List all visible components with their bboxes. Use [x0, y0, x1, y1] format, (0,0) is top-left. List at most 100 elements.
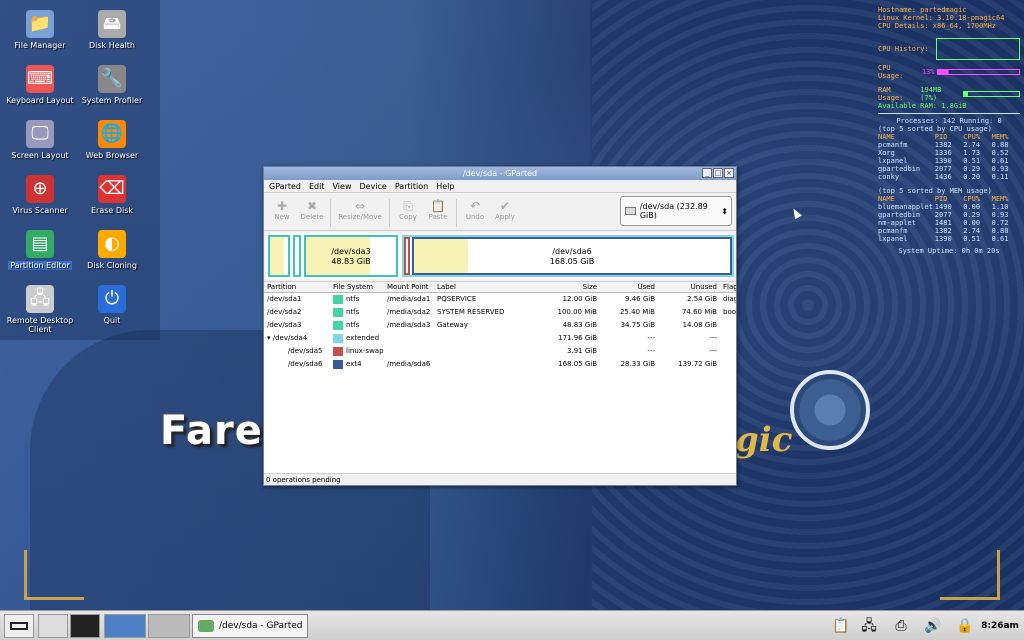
cell-partition: /dev/sda4 — [272, 334, 308, 342]
clock[interactable]: 8:26am — [978, 614, 1022, 638]
desktop-icon-quit[interactable]: ⏻ Quit — [77, 285, 147, 325]
keyboard-layout-icon: ⌨ — [26, 65, 54, 93]
column-header-file-system[interactable]: File System — [330, 282, 384, 292]
network-icon[interactable]: 🖧 — [858, 615, 880, 637]
menu-help[interactable]: Help — [436, 180, 454, 192]
conky-process-cell: 2077 — [934, 165, 952, 173]
diskmap-sda6[interactable]: /dev/sda6 168.05 GiB — [412, 237, 732, 275]
column-header-size[interactable]: Size — [528, 282, 600, 292]
menu-gparted[interactable]: GParted — [269, 180, 301, 192]
conky-process-cell: gpartedbin — [878, 211, 921, 219]
conky-top-cpu-title: (top 5 sorted by CPU usage) — [878, 125, 992, 133]
conky-process-cell: 0.29 — [963, 211, 981, 219]
conky-process-cell: 0.93 — [991, 211, 1009, 219]
conky-process-cell: 0.51 — [963, 235, 981, 243]
file-manager-icon: 📁 — [26, 10, 54, 38]
conky-cpu-table-header: NAME PID CPU% MEM% — [878, 133, 1020, 141]
partition-table-header: Partition File System Mount Point Label Size… — [264, 282, 736, 293]
cell-size: 100.00 MiB — [557, 308, 597, 316]
desktop-icon-remote-desktop-client[interactable]: 🖧 Remote Desktop Client — [5, 285, 75, 334]
desktop-icon-partition-editor[interactable]: ▤ Partition Editor — [5, 230, 75, 270]
copy-button[interactable]: ⎘ Copy — [394, 199, 422, 227]
diskmap-sda1[interactable] — [268, 235, 290, 277]
delete-button[interactable]: ✖ Delete — [298, 199, 326, 227]
conky-process-row: pcmanfm 1382 2.74 0.88 — [878, 141, 1020, 149]
conky-process-cell: 0.61 — [991, 157, 1009, 165]
cell-size: 12.00 GiB — [562, 295, 597, 303]
table-row[interactable]: /dev/sda1 ntfs/media/sda1 PQSERVICE 12.00 G… — [264, 293, 736, 306]
maximize-icon[interactable]: □ — [713, 168, 723, 178]
desktop-icon-disk-health[interactable]: 🖴 Disk Health — [77, 10, 147, 50]
conky-process-row: conky 1436 0.20 0.11 — [878, 173, 1020, 181]
conky-process-cell: Xorg — [878, 149, 895, 157]
column-header-partition[interactable]: Partition — [264, 282, 330, 292]
new-icon: ✚ — [276, 199, 288, 213]
diskmap-sda4-extended[interactable]: /dev/sda6 168.05 GiB — [402, 235, 734, 277]
diskmap-sda2[interactable] — [293, 235, 301, 277]
window-titlebar[interactable]: /dev/sda - GParted _ □ × — [264, 167, 736, 180]
paste-button[interactable]: 📋 Paste — [424, 199, 452, 227]
apply-icon: ✔ — [499, 199, 511, 213]
desktop-icon-keyboard-layout[interactable]: ⌨ Keyboard Layout — [5, 65, 75, 105]
desktop-icon-erase-disk[interactable]: ⌫ Erase Disk — [77, 175, 147, 215]
start-menu-icon[interactable] — [4, 614, 34, 638]
desktop-icon-file-manager[interactable]: 📁 File Manager — [5, 10, 75, 50]
minimize-icon[interactable]: _ — [702, 168, 712, 178]
menu-partition[interactable]: Partition — [395, 180, 428, 192]
system-profiler-icon: 🔧 — [98, 65, 126, 93]
volume-icon[interactable]: 🔊 — [922, 615, 944, 637]
table-row[interactable]: /dev/sda6 ext4/media/sda6 168.05 GiB 28.33 … — [264, 358, 736, 371]
conky-column-header: MEM% — [991, 195, 1009, 203]
printer-icon[interactable]: ⎙ — [890, 615, 912, 637]
undo-button[interactable]: ↶ Undo — [461, 199, 489, 227]
conky-column-header: PID — [934, 195, 948, 203]
menu-device[interactable]: Device — [359, 180, 386, 192]
gparted-window[interactable]: /dev/sda - GParted _ □ × GParted Edit View… — [263, 166, 737, 486]
cell-flags: diag — [723, 295, 736, 303]
table-row[interactable]: /dev/sda2 ntfs/media/sda2 SYSTEM RESERVED 1… — [264, 306, 736, 319]
cell-label — [434, 332, 528, 345]
new-button[interactable]: ✚ New — [268, 199, 296, 227]
workspace-1[interactable] — [104, 614, 146, 638]
resize-move-button[interactable]: ⇔ Resize/Move — [335, 199, 385, 227]
lock-icon[interactable]: 🔒 — [954, 615, 976, 637]
table-row[interactable]: /dev/sda5 linux-swap 3.91 GiB --- --- — [264, 345, 736, 358]
file-manager-launcher-icon[interactable] — [38, 614, 68, 638]
cell-label: SYSTEM RESERVED — [437, 308, 505, 316]
close-icon[interactable]: × — [724, 168, 734, 178]
desktop-icon-disk-cloning[interactable]: ◐ Disk Cloning — [77, 230, 147, 270]
column-header-unused[interactable]: Unused — [658, 282, 720, 292]
menu-view[interactable]: View — [333, 180, 352, 192]
clipboard-icon[interactable]: 📋 — [830, 615, 852, 637]
chevron-updown-icon: ⬍ — [721, 206, 728, 216]
resize-move-label: Resize/Move — [338, 213, 382, 221]
conky-ram-usage-value: 194MB (7%) — [920, 86, 942, 102]
column-header-mount-point[interactable]: Mount Point — [384, 282, 434, 292]
apply-button[interactable]: ✔ Apply — [491, 199, 519, 227]
conky-process-cell: 0.51 — [963, 157, 981, 165]
desktop-icon-system-profiler[interactable]: 🔧 System Profiler — [77, 65, 147, 105]
column-header-used[interactable]: Used — [600, 282, 658, 292]
table-row[interactable]: ▾ /dev/sda4 extended 171.96 GiB --- --- — [264, 332, 736, 345]
conky-process-cell: 1.10 — [991, 203, 1009, 211]
diskmap-sda3[interactable]: /dev/sda3 48.83 GiB — [304, 235, 398, 277]
workspace-2[interactable] — [148, 614, 190, 638]
desktop-icon-virus-scanner[interactable]: ⊕ Virus Scanner — [5, 175, 75, 215]
diskmap-sda5[interactable] — [404, 237, 410, 275]
desktop-icon-screen-layout[interactable]: 🖵 Screen Layout — [5, 120, 75, 160]
column-header-label[interactable]: Label — [434, 282, 528, 292]
conky-process-cell: lxpanel — [878, 157, 908, 165]
column-header-flags[interactable]: Flags — [720, 282, 736, 292]
disk-health-icon: 🖴 — [98, 10, 126, 38]
table-row[interactable]: /dev/sda3 ntfs/media/sda3 Gateway 48.83 GiB… — [264, 319, 736, 332]
web-browser-icon: 🌐 — [98, 120, 126, 148]
parted-magic-logo-icon — [790, 370, 870, 450]
cell-filesystem: ntfs — [346, 295, 360, 303]
conky-process-cell: pcmanfm — [878, 227, 908, 235]
device-selector[interactable]: /dev/sda (232.89 GiB) ⬍ — [620, 196, 732, 226]
cell-flags — [720, 358, 736, 371]
terminal-launcher-icon[interactable] — [70, 614, 100, 638]
taskbar-gparted[interactable]: /dev/sda - GParted — [192, 614, 308, 638]
menu-edit[interactable]: Edit — [309, 180, 325, 192]
desktop-icon-web-browser[interactable]: 🌐 Web Browser — [77, 120, 147, 160]
